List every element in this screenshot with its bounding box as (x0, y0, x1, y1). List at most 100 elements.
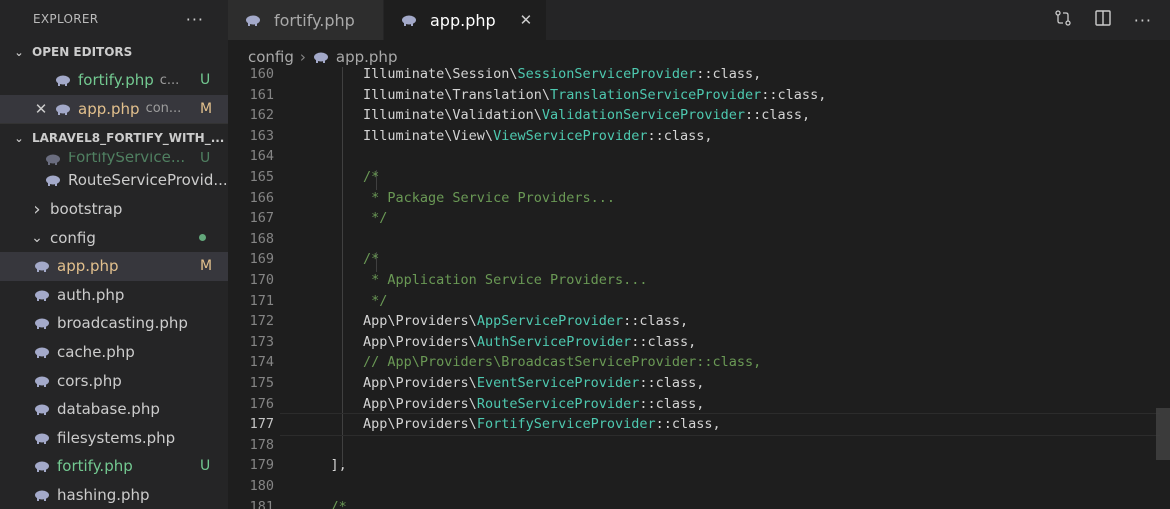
code-text: Illuminate\View\ViewServiceProvider::cla… (298, 126, 713, 147)
code-token: AuthServiceProvider (476, 333, 632, 350)
vertical-scrollbar[interactable] (1156, 408, 1170, 460)
file-name: fortify.php (57, 457, 133, 476)
close-icon[interactable]: ✕ (520, 11, 533, 29)
file-name: hashing.php (57, 486, 150, 505)
code-line: 171 */ (228, 291, 1170, 312)
explorer-sidebar: EXPLORER ··· ⌄ OPEN EDITORS fortify.php c… (0, 0, 228, 509)
tab-label: fortify.php (274, 10, 355, 30)
chevron-right-icon: › (33, 198, 41, 220)
file-item[interactable]: RouteServiceProvid... (0, 166, 228, 195)
tab-app-php[interactable]: app.php ✕ (384, 0, 548, 40)
code-token: ::class, (696, 67, 762, 82)
editor-actions: ··· (1054, 0, 1152, 40)
code-line: 172 App\Providers\AppServiceProvider::cl… (228, 311, 1170, 332)
close-icon[interactable]: ✕ (32, 100, 50, 118)
php-elephant-icon (400, 13, 418, 27)
code-editor[interactable]: 160 Illuminate\Session\SessionServicePro… (228, 67, 1170, 509)
code-token: ], (298, 457, 347, 474)
code-token: TranslationServiceProvider (549, 86, 762, 103)
tab-label: app.php (430, 10, 496, 30)
git-status-badge: M (200, 100, 213, 117)
file-item[interactable]: database.php (0, 395, 228, 424)
code-token: ::class, (647, 127, 713, 144)
line-number: 163 (249, 127, 274, 144)
file-name: broadcasting.php (57, 314, 188, 333)
line-number: 169 (249, 251, 274, 268)
open-editor-item[interactable]: fortify.php c... U (0, 66, 228, 95)
line-number: 161 (249, 86, 274, 103)
code-token: AppServiceProvider (476, 313, 624, 330)
folder-item-config[interactable]: ⌄ config (0, 223, 228, 252)
split-editor-icon[interactable] (1094, 9, 1112, 31)
tab-fortify-php[interactable]: fortify.php (228, 0, 384, 40)
more-actions-icon[interactable]: ··· (1134, 11, 1152, 30)
code-token: SessionServiceProvider (517, 67, 697, 82)
code-text: */ (298, 208, 387, 229)
chevron-down-icon: ⌄ (14, 45, 24, 59)
code-token: App\Providers\ (298, 395, 477, 412)
line-number: 173 (249, 333, 274, 350)
line-number: 172 (249, 313, 274, 330)
code-line: 169 /* (228, 249, 1170, 270)
more-actions-icon[interactable]: ··· (186, 10, 204, 29)
php-elephant-icon (44, 173, 62, 187)
code-token: Illuminate\Translation\ (298, 86, 550, 103)
folder-name: bootstrap (50, 200, 123, 219)
code-line: 165 /* (228, 167, 1170, 188)
modified-dot-icon (199, 234, 206, 242)
code-token: App\Providers\ (298, 416, 477, 433)
php-elephant-icon (33, 431, 51, 445)
editor-area: fortify.php app.php ✕ ··· config › app.php… (228, 0, 1170, 509)
open-editors-section-header[interactable]: ⌄ OPEN EDITORS (0, 38, 228, 66)
code-line: 162 Illuminate\Validation\ValidationServ… (228, 105, 1170, 126)
file-item[interactable]: filesystems.php (0, 424, 228, 453)
line-number: 179 (249, 457, 274, 474)
code-text: App\Providers\AppServiceProvider::class, (298, 311, 688, 332)
line-number: 170 (249, 272, 274, 288)
git-status-badge: U (200, 458, 211, 475)
file-item[interactable]: app.php M (0, 251, 228, 281)
code-text: App\Providers\RouteServiceProvider::clas… (298, 394, 704, 415)
code-text: Illuminate\Translation\TranslationServic… (298, 85, 826, 106)
file-item[interactable]: FortifyService... U (0, 152, 228, 166)
code-token: ::class, (655, 416, 721, 433)
file-name: cache.php (57, 343, 135, 362)
code-text: * Application Service Providers... (298, 270, 648, 291)
open-editor-name: app.php (78, 99, 140, 118)
php-elephant-icon (33, 259, 51, 273)
folder-item-bootstrap[interactable]: › bootstrap (0, 195, 228, 224)
code-line: 161 Illuminate\Translation\TranslationSe… (228, 85, 1170, 106)
code-line: 174 // App\Providers\BroadcastServicePro… (228, 352, 1170, 373)
code-token: ::class, (631, 333, 697, 350)
code-token: Illuminate\Validation\ (298, 107, 542, 124)
line-number: 167 (249, 210, 274, 227)
file-item[interactable]: cors.php (0, 366, 228, 395)
project-section-header[interactable]: ⌄ LARAVEL8_FORTIFY_WITH_... (0, 123, 228, 152)
code-token: // App\Providers\BroadcastServiceProvide… (298, 354, 762, 371)
line-number: 180 (249, 478, 274, 494)
code-line: 175 App\Providers\EventServiceProvider::… (228, 373, 1170, 394)
file-item[interactable]: hashing.php (0, 481, 228, 509)
tab-bar: fortify.php app.php ✕ ··· (228, 0, 1170, 40)
file-item[interactable]: fortify.php U (0, 452, 228, 481)
breadcrumb-file[interactable]: app.php (336, 48, 398, 66)
code-text: /* (298, 497, 347, 509)
code-line: 181 /* (228, 497, 1170, 509)
code-token: */ (298, 292, 388, 309)
file-item[interactable]: broadcasting.php (0, 309, 228, 338)
file-item[interactable]: auth.php (0, 281, 228, 310)
breadcrumb-folder[interactable]: config (248, 48, 294, 66)
code-text: App\Providers\FortifyServiceProvider::cl… (298, 414, 721, 435)
code-token: * Application Service Providers... (298, 272, 648, 288)
code-token: ::class, (745, 107, 811, 124)
line-number: 175 (249, 375, 274, 391)
code-token: ::class, (639, 395, 705, 412)
compare-changes-icon[interactable] (1054, 9, 1072, 31)
code-text: Illuminate\Validation\ValidationServiceP… (298, 105, 810, 126)
chevron-right-icon: › (299, 48, 306, 66)
code-token: ::class, (761, 86, 827, 103)
open-editor-item[interactable]: ✕ app.php con... M (0, 94, 228, 124)
file-name: filesystems.php (57, 428, 176, 447)
line-number: 181 (249, 498, 274, 509)
file-item[interactable]: cache.php (0, 338, 228, 367)
